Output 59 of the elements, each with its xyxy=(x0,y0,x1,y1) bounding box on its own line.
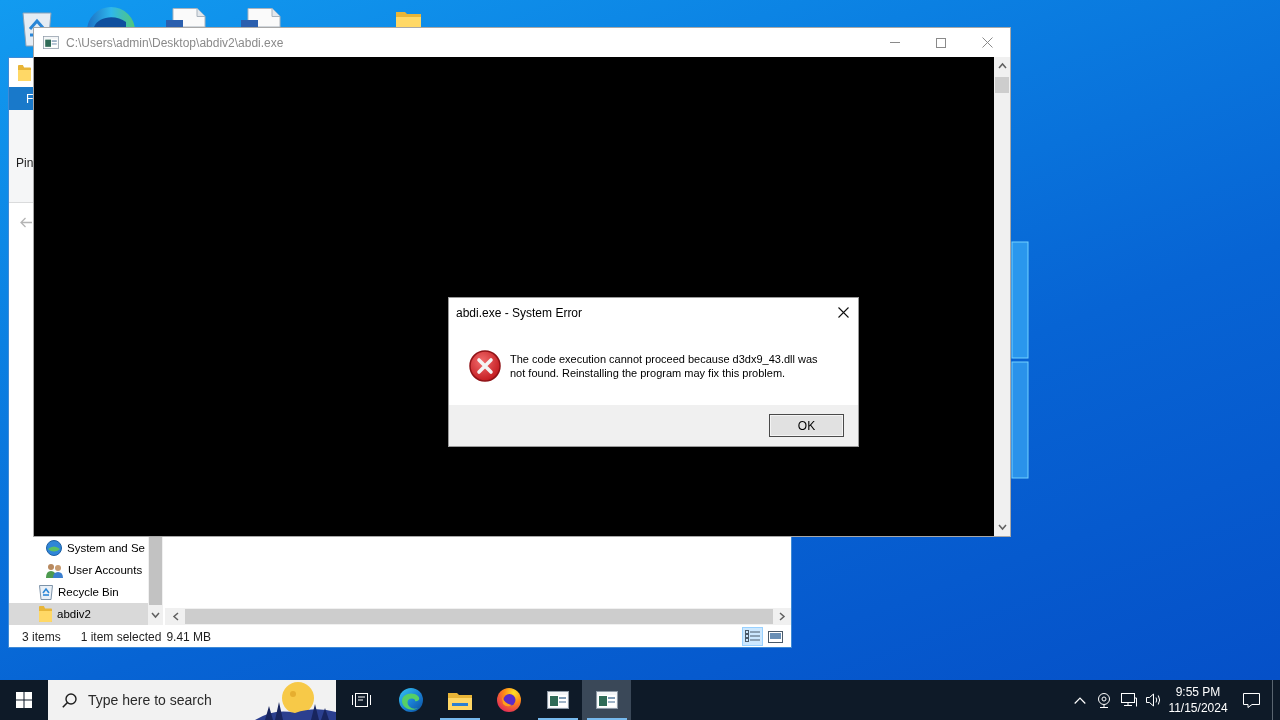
folder-icon xyxy=(18,64,31,81)
nav-item[interactable]: User Accounts xyxy=(9,559,148,581)
ribbon-tab[interactable]: F xyxy=(9,87,34,110)
ribbon-command[interactable]: Pin xyxy=(16,156,34,170)
large-icons-view-icon xyxy=(768,630,783,643)
document-icon[interactable] xyxy=(165,8,207,27)
vertical-scrollbar[interactable] xyxy=(994,57,1010,536)
search-icon xyxy=(62,693,77,708)
globe-icon xyxy=(46,540,62,556)
chevron-up-icon xyxy=(1074,696,1086,704)
folder-icon xyxy=(39,606,52,622)
caret-up-icon[interactable] xyxy=(997,62,1007,70)
view-button[interactable] xyxy=(742,627,763,646)
network-icon xyxy=(1120,693,1137,707)
app-window-icon xyxy=(43,36,59,49)
error-message: The code execution cannot proceed because d3dx9_43.dll was not found. Reinstalling the program may fix this problem. xyxy=(510,352,819,380)
clock-time: 9:55 PM xyxy=(1175,685,1221,699)
volume-icon xyxy=(1145,693,1162,707)
users-icon xyxy=(46,562,63,578)
horizontal-scrollbar[interactable] xyxy=(165,608,791,625)
windows-logo-icon xyxy=(16,692,32,708)
minimize-icon xyxy=(890,42,900,43)
clock-date: 11/15/2024 xyxy=(1168,701,1228,715)
error-icon xyxy=(469,350,501,382)
caret-right-icon[interactable] xyxy=(778,612,786,621)
window-title: C:\Users\admin\Desktop\abdiv2\abdi.exe xyxy=(66,35,284,50)
close-icon xyxy=(837,307,849,318)
scrollbar-thumb[interactable] xyxy=(149,537,162,605)
nav-item[interactable]: Recycle Bin xyxy=(9,581,148,603)
caret-down-icon[interactable] xyxy=(997,523,1007,531)
document-icon[interactable] xyxy=(240,8,282,27)
browser-icon xyxy=(496,688,521,712)
app-window-icon xyxy=(546,691,569,709)
vertical-scrollbar[interactable] xyxy=(148,537,163,625)
close-icon xyxy=(981,37,993,48)
item-count: 3 items xyxy=(22,629,61,644)
selection-size: 9.41 MB xyxy=(166,629,212,644)
dialog-title: abdi.exe - System Error xyxy=(456,305,583,320)
folder-icon[interactable] xyxy=(396,11,421,27)
details-view-icon xyxy=(745,630,760,643)
folder-icon xyxy=(447,690,472,710)
ok-button[interactable]: OK xyxy=(769,414,844,437)
webcam-icon xyxy=(1097,692,1111,708)
app-window-icon xyxy=(595,691,618,709)
browser-icon xyxy=(398,688,423,712)
task-view-icon xyxy=(351,692,371,708)
nav-item[interactable]: abdiv2 xyxy=(9,603,148,625)
nav-item[interactable]: System and Se xyxy=(9,537,148,559)
scrollbar-thumb[interactable] xyxy=(995,77,1009,93)
taskbar-button[interactable] xyxy=(582,680,631,720)
notification-icon xyxy=(1242,692,1260,708)
recycle-bin-icon xyxy=(39,584,53,600)
moon-landscape-icon xyxy=(255,680,336,720)
maximize-icon xyxy=(936,37,946,48)
clock-button[interactable]: 9:55 PM 11/15/2024 xyxy=(1166,680,1230,720)
selection-count: 1 item selected xyxy=(80,629,162,644)
scrollbar-thumb[interactable] xyxy=(185,609,773,624)
caret-left-icon[interactable] xyxy=(172,612,180,621)
caret-down-icon[interactable] xyxy=(151,611,160,619)
